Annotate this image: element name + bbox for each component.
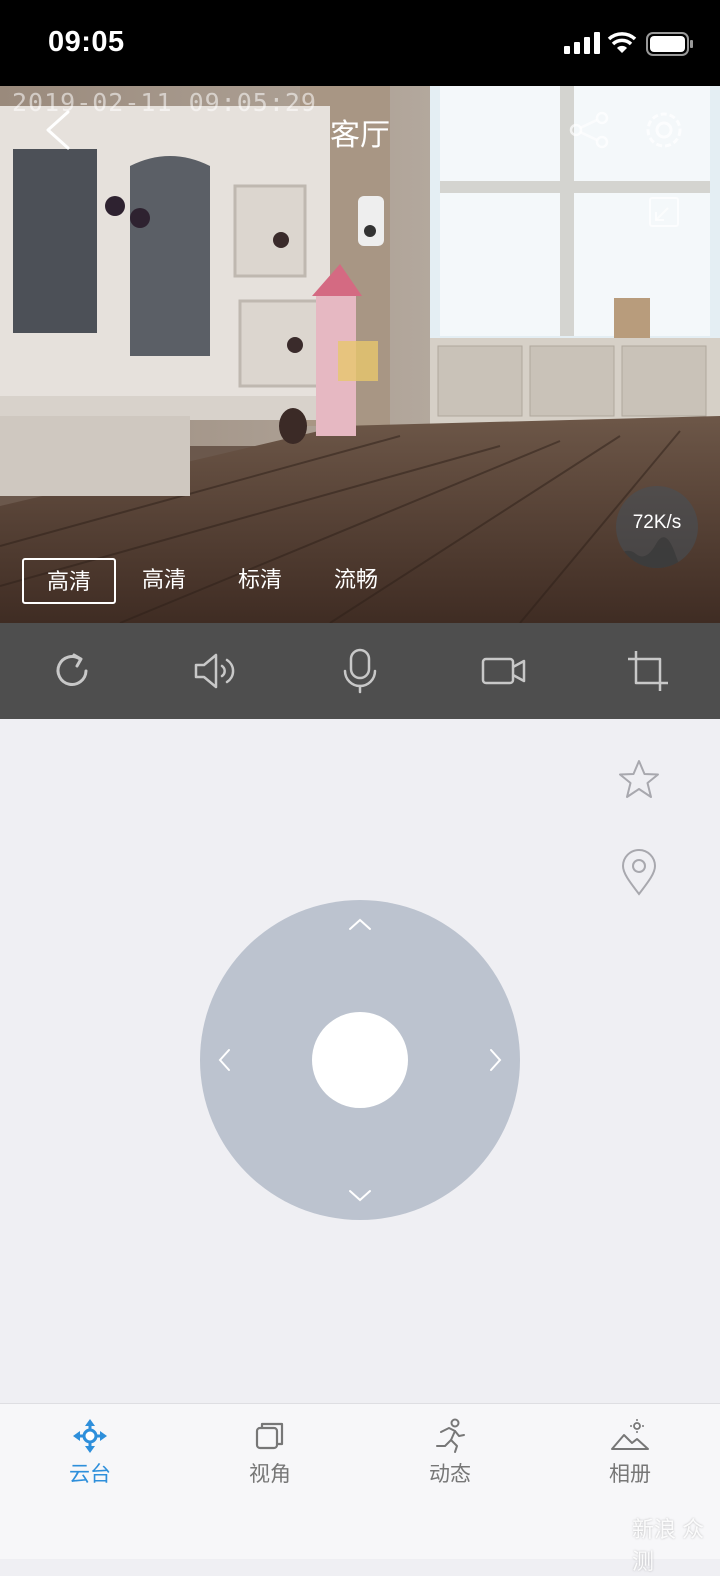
tab-motion[interactable]: 动态 <box>360 1404 540 1504</box>
wifi-icon <box>607 32 637 53</box>
fullscreen-icon[interactable] <box>648 196 680 228</box>
status-time: 09:05 <box>48 26 125 58</box>
speaker-button[interactable] <box>144 623 288 719</box>
battery-icon <box>646 32 693 56</box>
status-bar: 09:05 <box>0 0 720 86</box>
network-speed: 72K/s <box>632 512 682 533</box>
chevron-right-icon <box>490 1049 502 1071</box>
view-angle-icon <box>255 1422 284 1450</box>
star-icon <box>619 760 659 798</box>
share-icon[interactable] <box>566 110 614 150</box>
settings-gear-icon[interactable] <box>640 106 688 154</box>
microphone-icon <box>343 648 377 694</box>
control-bar <box>0 623 720 719</box>
quality-option-smooth[interactable]: 流畅 <box>309 558 403 604</box>
tab-album[interactable]: 相册 <box>540 1404 720 1504</box>
speaker-icon <box>194 653 235 689</box>
camera-frame-image <box>0 86 720 623</box>
watermark: 新浪 众测 <box>632 1517 705 1574</box>
motion-icon <box>436 1418 465 1453</box>
chevron-left-icon <box>218 1049 230 1071</box>
tab-motion-label: 动态 <box>429 1463 471 1486</box>
pan-right-arrow[interactable] <box>476 1040 516 1080</box>
cellular-signal-icon <box>564 32 600 54</box>
ptz-move-icon <box>73 1419 107 1453</box>
preset-location-button[interactable] <box>612 846 666 900</box>
tab-view-angle[interactable]: 视角 <box>180 1404 360 1504</box>
favorite-button[interactable] <box>612 753 666 807</box>
quality-option-hd[interactable]: 高清 <box>117 558 211 604</box>
ptz-control-panel <box>0 719 720 1403</box>
record-video-icon <box>481 657 526 685</box>
record-video-button[interactable] <box>432 623 576 719</box>
pan-left-arrow[interactable] <box>204 1040 244 1080</box>
tab-view-angle-label: 视角 <box>249 1463 291 1486</box>
tab-ptz[interactable]: 云台 <box>0 1404 180 1504</box>
bottom-tab-bar: 云台 视角 动态 相册 <box>0 1403 720 1559</box>
microphone-button[interactable] <box>288 623 432 719</box>
quality-option-sd[interactable]: 标清 <box>213 558 307 604</box>
pan-up-arrow[interactable] <box>340 904 380 944</box>
speed-wave-icon <box>616 537 698 568</box>
joystick-knob[interactable] <box>312 1012 408 1108</box>
refresh-button[interactable] <box>0 623 144 719</box>
location-pin-icon <box>621 849 657 896</box>
camera-live-view[interactable]: 2019-02-11 09:05:29 客厅 72K/s 高清 高清 标清 流畅 <box>0 86 720 623</box>
screenshot-button[interactable] <box>576 623 720 719</box>
album-icon <box>611 1419 649 1450</box>
refresh-icon <box>56 653 88 686</box>
tab-album-label: 相册 <box>609 1463 651 1486</box>
ptz-joystick[interactable] <box>200 900 520 1220</box>
chevron-down-icon <box>349 1190 371 1202</box>
chevron-up-icon <box>349 918 371 930</box>
pan-down-arrow[interactable] <box>340 1176 380 1216</box>
quality-option-hd-active[interactable]: 高清 <box>22 558 116 604</box>
crop-icon <box>628 651 668 691</box>
tab-ptz-label: 云台 <box>69 1463 111 1486</box>
network-speed-indicator: 72K/s <box>616 486 698 568</box>
